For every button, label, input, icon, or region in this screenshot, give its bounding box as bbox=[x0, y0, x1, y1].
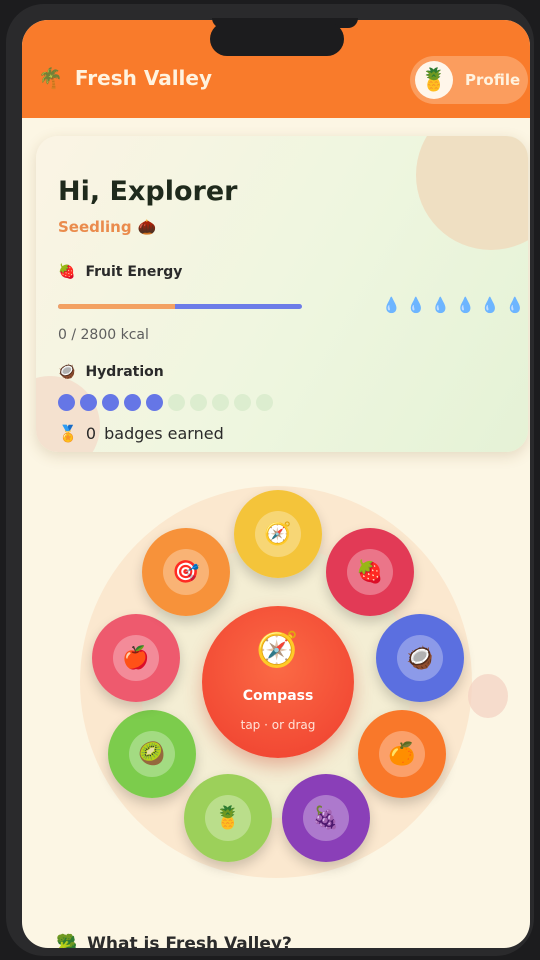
hydration-dot bbox=[146, 394, 163, 411]
profile-label: Profile bbox=[465, 71, 521, 89]
coconut-icon: 🥥 bbox=[58, 364, 76, 380]
water-drop-icon: 💧 bbox=[431, 296, 451, 314]
app-screen: 🌴 Fresh Valley 🍍 Profile Hi, Explorer Se… bbox=[22, 20, 530, 948]
water-drop-icon: 💧 bbox=[406, 296, 426, 314]
wheel-item-grapes[interactable]: 🍇 bbox=[282, 774, 370, 862]
greeting: Hi, Explorer bbox=[58, 176, 238, 207]
level-badge: Seedling 🌰 bbox=[58, 218, 156, 236]
badges-label: badges earned bbox=[104, 424, 224, 443]
hydration-dot bbox=[168, 394, 185, 411]
pineapple-avatar-icon: 🍍 bbox=[415, 61, 453, 99]
explorer-card: Hi, Explorer Seedling 🌰 🍓 Fruit Energy 💧… bbox=[36, 136, 528, 452]
hydration-dot bbox=[234, 394, 251, 411]
hydration-dot bbox=[58, 394, 75, 411]
strawberry-icon: 🍓 bbox=[58, 264, 76, 280]
compass-icon: 🧭 bbox=[256, 630, 299, 670]
compass-hint: tap · or drag bbox=[240, 718, 316, 732]
water-drop-icon: 💧 bbox=[456, 296, 475, 314]
target-icon: 🎯 bbox=[163, 549, 209, 595]
apple-icon: 🍎 bbox=[113, 635, 159, 681]
water-drop-icon: 💧 bbox=[480, 296, 500, 314]
medal-icon: 🏅 bbox=[58, 424, 78, 443]
strawberry-icon: 🍓 bbox=[347, 549, 393, 595]
grapes-icon: 🍇 bbox=[303, 795, 349, 841]
hydration-dot bbox=[212, 394, 229, 411]
section-heading: 🥦 What is Fresh Valley? bbox=[56, 934, 292, 948]
hydration-dot bbox=[256, 394, 273, 411]
energy-progress-fill bbox=[58, 304, 176, 309]
hydration-dot bbox=[80, 394, 97, 411]
wheel-item-strawberry[interactable]: 🍓 bbox=[326, 528, 414, 616]
kiwi-icon: 🥝 bbox=[129, 731, 175, 777]
wheel-item-pineapple[interactable]: 🍍 bbox=[184, 774, 272, 862]
energy-value: 0 / 2800 kcal bbox=[58, 327, 149, 343]
orange-icon: 🍊 bbox=[379, 731, 425, 777]
badges-count: 0 bbox=[85, 424, 97, 443]
wheel-item-apple[interactable]: 🍎 bbox=[92, 614, 180, 702]
water-drop-icon: 💧 bbox=[505, 296, 525, 314]
fruit-energy-text: Fruit Energy bbox=[85, 264, 183, 280]
seed-icon: 🌰 bbox=[137, 218, 157, 236]
hydration-dot bbox=[124, 394, 141, 411]
wheel-item-orange[interactable]: 🍊 bbox=[358, 710, 446, 798]
brand: 🌴 Fresh Valley bbox=[38, 66, 212, 90]
wheel-item-compass[interactable]: 🧭 bbox=[234, 490, 322, 578]
energy-progress-bar bbox=[58, 304, 302, 309]
coconut-icon: 🥥 bbox=[397, 635, 443, 681]
palm-tree-icon: 🌴 bbox=[38, 66, 63, 90]
badges-earned: 🏅 0 badges earned bbox=[58, 424, 224, 443]
compass-button[interactable]: 🧭 Compass tap · or drag bbox=[202, 606, 354, 758]
fruit-energy-label: 🍓 Fruit Energy bbox=[58, 264, 182, 280]
decorative-blob bbox=[416, 136, 528, 250]
pineapple-icon: 🍍 bbox=[205, 795, 251, 841]
app-title: Fresh Valley bbox=[74, 66, 213, 90]
dynamic-island bbox=[210, 22, 344, 56]
section-heading-text: What is Fresh Valley? bbox=[87, 934, 292, 948]
broccoli-icon: 🥦 bbox=[56, 934, 78, 948]
wheel-item-target[interactable]: 🎯 bbox=[142, 528, 230, 616]
water-drops: 💧💧💧💧💧💧💧 bbox=[382, 296, 528, 314]
profile-button[interactable]: 🍍 Profile bbox=[410, 56, 528, 104]
wheel-item-coconut[interactable]: 🥥 bbox=[376, 614, 464, 702]
level-label: Seedling bbox=[58, 218, 132, 236]
hydration-dot bbox=[102, 394, 119, 411]
water-drop-icon: 💧 bbox=[382, 296, 401, 314]
phone-frame: 🌴 Fresh Valley 🍍 Profile Hi, Explorer Se… bbox=[6, 4, 534, 956]
wheel-item-kiwi[interactable]: 🥝 bbox=[108, 710, 196, 798]
peach-decoration bbox=[468, 674, 508, 718]
compass-label: Compass bbox=[242, 688, 314, 704]
compass-icon: 🧭 bbox=[255, 511, 301, 557]
hydration-dots bbox=[58, 394, 273, 411]
hydration-label: 🥥 Hydration bbox=[58, 364, 164, 380]
hydration-dot bbox=[190, 394, 207, 411]
hydration-text: Hydration bbox=[85, 364, 164, 380]
